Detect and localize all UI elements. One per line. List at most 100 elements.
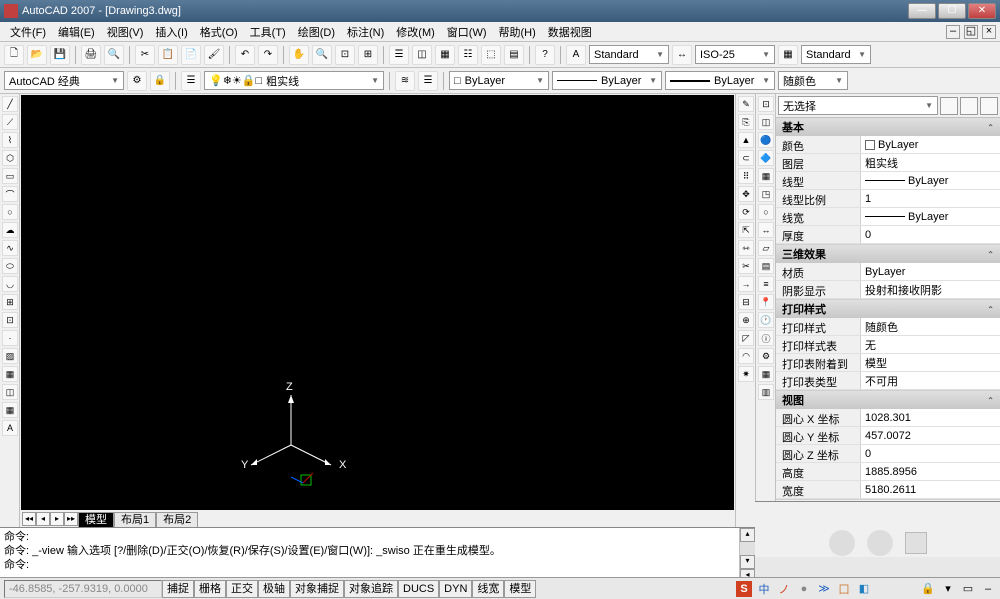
maximize-button[interactable]: ☐ <box>938 3 966 19</box>
stretch-tool[interactable]: ⇿ <box>738 240 754 256</box>
pan-button[interactable]: ✋ <box>289 45 309 65</box>
3d-solid-icon[interactable]: ▦ <box>758 168 774 184</box>
tab-next-button[interactable]: ▸ <box>50 512 64 526</box>
workspace-save-button[interactable]: 🔒 <box>150 71 170 91</box>
tab-last-button[interactable]: ▸▸ <box>64 512 78 526</box>
properties-button[interactable]: ☰ <box>389 45 409 65</box>
select-objects-button[interactable] <box>960 97 978 115</box>
xline-tool[interactable]: ⟋ <box>2 114 18 130</box>
prop-value[interactable]: 投射和接收阴影 <box>861 281 1000 298</box>
prop-row[interactable]: 线宽ByLayer <box>776 208 1000 226</box>
prop-value[interactable]: 随颜色 <box>861 318 1000 335</box>
cmd-prompt[interactable]: 命令: <box>4 558 735 572</box>
quick-select-button[interactable] <box>940 97 958 115</box>
help-button[interactable]: ? <box>535 45 555 65</box>
trim-tool[interactable]: ✂ <box>738 258 754 274</box>
tab-first-button[interactable]: ◂◂ <box>22 512 36 526</box>
nav-circle-left[interactable] <box>829 530 855 556</box>
prop-value[interactable]: ByLayer <box>861 136 1000 153</box>
status-toggle[interactable]: 模型 <box>504 580 536 598</box>
prop-value[interactable]: 1885.8956 <box>861 463 1000 480</box>
explode-tool[interactable]: ✷ <box>738 366 754 382</box>
tab-prev-button[interactable]: ◂ <box>36 512 50 526</box>
copy-button[interactable]: 📋 <box>158 45 178 65</box>
zoom-prev-button[interactable]: ⊞ <box>358 45 378 65</box>
id-tool[interactable]: 📍 <box>758 294 774 310</box>
tray-half-icon[interactable]: ◧ <box>856 581 872 597</box>
setvar-tool[interactable]: ⚙ <box>758 348 774 364</box>
prop-section-header[interactable]: 三维效果⌃ <box>776 245 1000 263</box>
extend-tool[interactable]: → <box>738 276 754 292</box>
textstyle-icon[interactable]: A <box>566 45 586 65</box>
command-line[interactable]: 命令: 命令: _-view 输入选项 [?/删除(D)/正交(O)/恢复(R)… <box>0 527 755 583</box>
polygon-tool[interactable]: ⬡ <box>2 150 18 166</box>
prop-section-header[interactable]: 打印样式⌃ <box>776 300 1000 318</box>
menu-m[interactable]: 修改(M) <box>390 22 441 42</box>
scroll-down-button[interactable]: ▾ <box>740 555 755 569</box>
dim-style-combo[interactable]: ISO-25▼ <box>695 45 775 64</box>
arc-tool[interactable]: ⌒ <box>2 186 18 202</box>
linetype-combo[interactable]: ByLayer▼ <box>552 71 662 90</box>
layer-prev-button[interactable]: ≋ <box>395 71 415 91</box>
dimstyle-icon[interactable]: ↔ <box>672 45 692 65</box>
array-tool[interactable]: ⠿ <box>738 168 754 184</box>
rotate-tool[interactable]: ⟳ <box>738 204 754 220</box>
tray-arrow-icon[interactable]: ▾ <box>940 581 956 597</box>
menu-w[interactable]: 窗口(W) <box>441 22 493 42</box>
workspace-settings-button[interactable]: ⚙ <box>127 71 147 91</box>
prop-row[interactable]: 打印表类型不可用 <box>776 372 1000 390</box>
polyline-tool[interactable]: ⌇ <box>2 132 18 148</box>
quickcalc-tool[interactable]: ▥ <box>758 384 774 400</box>
prop-row[interactable]: 圆心 X 坐标1028.301 <box>776 409 1000 427</box>
prop-row[interactable]: 打印表附着到模型 <box>776 354 1000 372</box>
tray-stroke-icon[interactable]: ノ <box>776 581 792 597</box>
color-combo[interactable]: □ ByLayer▼ <box>449 71 549 90</box>
offset-tool[interactable]: ⊂ <box>738 150 754 166</box>
prop-value[interactable]: ByLayer <box>861 172 1000 189</box>
tool-palette-button[interactable]: ▦ <box>435 45 455 65</box>
point-tool[interactable]: · <box>2 330 18 346</box>
undo-button[interactable]: ↶ <box>235 45 255 65</box>
move-tool[interactable]: ✥ <box>738 186 754 202</box>
tray-softkbd-icon[interactable]: 囗 <box>836 581 852 597</box>
tablestyle-icon[interactable]: ▦ <box>778 45 798 65</box>
menu-[interactable]: 数据视图 <box>542 22 598 42</box>
fillet-tool[interactable]: ◠ <box>738 348 754 364</box>
region-tool[interactable]: ◫ <box>2 384 18 400</box>
prop-value[interactable]: 不可用 <box>861 372 1000 389</box>
ellipse-arc-tool[interactable]: ◡ <box>2 276 18 292</box>
join-tool[interactable]: ⊕ <box>738 312 754 328</box>
time-tool[interactable]: 🕐 <box>758 312 774 328</box>
scale-tool[interactable]: ⇱ <box>738 222 754 238</box>
status-toggle[interactable]: 捕捉 <box>162 580 194 598</box>
3d-sphere-icon[interactable]: ○ <box>758 204 774 220</box>
nav-circle-right[interactable] <box>867 530 893 556</box>
mdi-close-button[interactable]: × <box>982 25 996 39</box>
distance-tool[interactable]: ↔ <box>758 222 774 238</box>
selection-combo[interactable]: 无选择▼ <box>778 96 938 115</box>
copy-tool[interactable]: ⎘ <box>738 114 754 130</box>
prop-value[interactable]: 457.0072 <box>861 427 1000 444</box>
prop-row[interactable]: 圆心 Z 坐标0 <box>776 445 1000 463</box>
prop-row[interactable]: 打印样式表无 <box>776 336 1000 354</box>
tray-chinese-icon[interactable]: 中 <box>756 581 772 597</box>
ime-icon[interactable]: S <box>736 581 752 597</box>
plot-button[interactable]: 🖨 <box>81 45 101 65</box>
3d-hidden-icon[interactable]: ◫ <box>758 114 774 130</box>
prop-value[interactable]: 0 <box>861 445 1000 462</box>
prop-row[interactable]: 打印样式随颜色 <box>776 318 1000 336</box>
close-button[interactable]: ✕ <box>968 3 996 19</box>
line-tool[interactable]: ╱ <box>2 96 18 112</box>
status-tool[interactable]: ⓘ <box>758 330 774 346</box>
preview-button[interactable]: 🔍 <box>104 45 124 65</box>
lineweight-combo[interactable]: ByLayer▼ <box>665 71 775 90</box>
paste-button[interactable]: 📄 <box>181 45 201 65</box>
prop-row[interactable]: 宽度5180.2611 <box>776 481 1000 499</box>
save-button[interactable]: 💾 <box>50 45 70 65</box>
insert-block-tool[interactable]: ⊞ <box>2 294 18 310</box>
minimize-button[interactable]: — <box>908 3 936 19</box>
menu-i[interactable]: 插入(I) <box>149 22 193 42</box>
markup-button[interactable]: ⬚ <box>481 45 501 65</box>
prop-row[interactable]: 线型ByLayer <box>776 172 1000 190</box>
prop-value[interactable]: 0 <box>861 226 1000 243</box>
